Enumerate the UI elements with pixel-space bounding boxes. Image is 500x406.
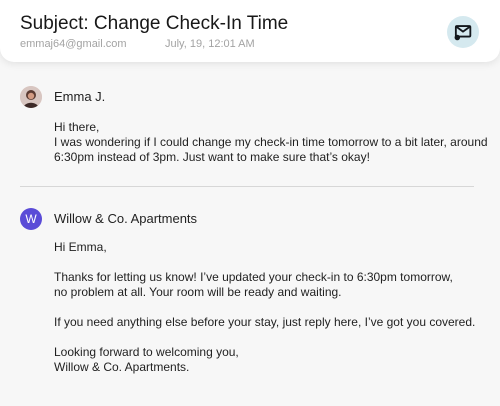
sender-email[interactable]: emmaj64@gmail.com	[20, 38, 127, 51]
profile-photo-icon	[20, 86, 42, 108]
email-header: Subject: Change Check-In Time emmaj64@gm…	[0, 0, 500, 62]
mail-icon	[454, 25, 472, 41]
email-subject: Subject: Change Check-In Time	[20, 13, 289, 34]
message-body: Hi there, I was wondering if I could cha…	[54, 120, 488, 165]
message-line: Looking forward to welcoming you,	[54, 345, 239, 359]
message-line: I was wondering if I could change my che…	[54, 135, 488, 149]
email-thread-page: Subject: Change Check-In Time emmaj64@gm…	[0, 0, 500, 406]
avatar: W	[20, 208, 42, 230]
message-line: Hi there,	[54, 120, 100, 134]
message-line: 6:30pm instead of 3pm. Just want to make…	[54, 150, 370, 164]
message-line: Hi Emma,	[54, 240, 107, 254]
sent-time: July, 19, 12:01 AM	[165, 38, 255, 50]
mail-button[interactable]	[447, 16, 479, 48]
sender-name: Emma J.	[54, 89, 106, 104]
message-line: Willow & Co. Apartments.	[54, 360, 190, 374]
message-divider	[20, 186, 474, 187]
message-line: Thanks for letting us know! I’ve updated…	[54, 270, 453, 284]
message-line: no problem at all. Your room will be rea…	[54, 285, 342, 299]
message-body: Hi Emma, Thanks for letting us know! I’v…	[54, 240, 476, 375]
sender-name: Willow & Co. Apartments	[54, 211, 198, 226]
message-line: If you need anything else before your st…	[54, 315, 476, 329]
avatar	[20, 86, 42, 108]
